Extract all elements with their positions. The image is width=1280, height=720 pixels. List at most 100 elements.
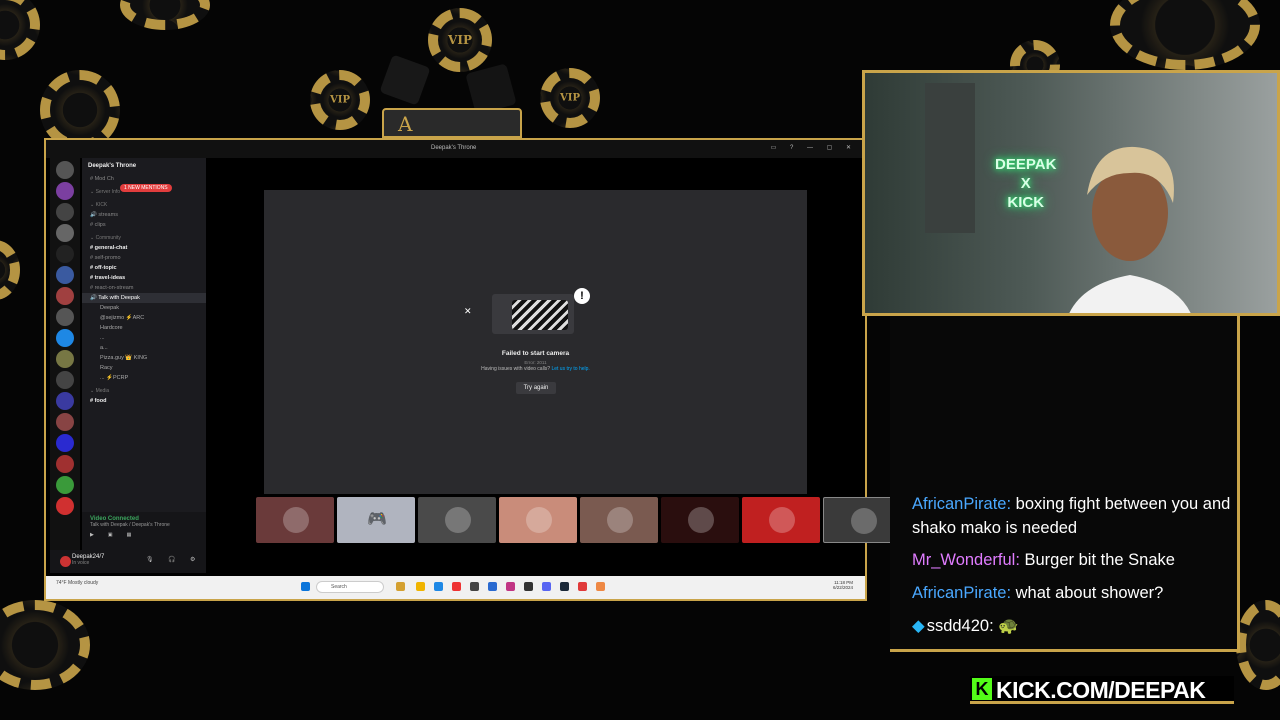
participant-tile[interactable] — [256, 497, 334, 543]
camera-help-text: Having issues with video calls? Let us t… — [481, 366, 590, 372]
channel-list: # Mod Ch ⌄ Server Info ⌄ KICK 🔊 streams # cl… — [82, 174, 206, 406]
voice-member[interactable]: ... ⚡PCRP — [82, 373, 206, 383]
taskbar-app-icon[interactable] — [416, 582, 425, 591]
server-icon[interactable] — [56, 329, 74, 347]
screen-share-icon[interactable]: ▣ — [108, 532, 127, 538]
streamer-figure — [1069, 146, 1191, 313]
channel-item[interactable]: 🔊 streams — [82, 210, 206, 220]
chat-message: ◆ ssdd420: 🐢 — [912, 614, 1232, 638]
channel-item[interactable]: # react-on-stream — [82, 283, 206, 293]
activity-icon[interactable]: ▦ — [127, 532, 146, 538]
participant-tile[interactable] — [742, 497, 820, 543]
mentions-badge[interactable]: 1 NEW MENTIONS — [120, 184, 172, 192]
server-icon[interactable] — [56, 308, 74, 326]
avatar[interactable] — [60, 556, 71, 567]
channel-item[interactable]: # Mod Ch — [82, 174, 206, 184]
try-again-button[interactable]: Try again — [516, 382, 556, 394]
kick-logo-icon: K — [972, 678, 992, 700]
channel-item[interactable]: # food — [82, 396, 206, 406]
playing-card-decoration: A — [382, 108, 522, 138]
channel-sidebar: Deepak's Throne 1 NEW MENTIONS # Mod Ch ⌄… — [82, 158, 206, 573]
chat-text: 🐢 — [998, 617, 1019, 635]
chat-message: Mr_Wonderful: Burger bit the Snake — [912, 548, 1232, 572]
help-link[interactable]: Let us try to help. — [551, 366, 589, 372]
video-icon[interactable]: ▶ — [90, 532, 108, 538]
participant-tile[interactable] — [418, 497, 496, 543]
channel-category[interactable]: ⌄ Media — [82, 383, 206, 396]
server-icon[interactable] — [56, 287, 74, 305]
server-icon[interactable] — [56, 245, 74, 263]
chat-text: what about shower? — [1015, 584, 1164, 602]
mic-icon[interactable]: 🎙 — [146, 556, 154, 563]
participant-tile[interactable] — [580, 497, 658, 543]
participant-tile[interactable] — [499, 497, 577, 543]
channel-item[interactable]: # self-promo — [82, 253, 206, 263]
casino-chip-decoration — [1236, 600, 1280, 690]
chat-username[interactable]: Mr_Wonderful: — [912, 551, 1020, 569]
voice-member[interactable]: Pizza.guy 👑 KING — [82, 353, 206, 363]
chat-message: AfricanPirate: boxing fight between you … — [912, 492, 1232, 540]
taskbar-app-icon[interactable] — [488, 582, 497, 591]
voice-member[interactable]: Hardcore — [82, 323, 206, 333]
vip-chip-decoration: VIP — [540, 68, 600, 128]
channel-item[interactable]: # general-chat — [82, 243, 206, 253]
taskbar-app-icon[interactable] — [560, 582, 569, 591]
server-icon[interactable] — [56, 203, 74, 221]
taskbar-app-icon[interactable] — [596, 582, 605, 591]
server-icon[interactable] — [56, 182, 74, 200]
taskbar-app-icon[interactable] — [434, 582, 443, 591]
voice-member[interactable]: ... — [82, 333, 206, 343]
server-icon[interactable] — [56, 161, 74, 179]
channel-category[interactable]: ⌄ Community — [82, 230, 206, 243]
user-status: In voice — [72, 560, 90, 566]
chat-username[interactable]: AfricanPirate: — [912, 584, 1011, 602]
channel-item[interactable]: # clips — [82, 220, 206, 230]
server-icon[interactable] — [56, 266, 74, 284]
gear-icon[interactable]: ⚙ — [190, 556, 195, 563]
casino-chip-decoration — [0, 0, 40, 60]
server-icon[interactable] — [56, 350, 74, 368]
channel-item[interactable]: # travel-ideas — [82, 273, 206, 283]
voice-member[interactable]: Racy — [82, 363, 206, 373]
server-icon[interactable] — [56, 434, 74, 452]
windows-start-icon[interactable] — [301, 582, 310, 591]
server-icon[interactable] — [56, 392, 74, 410]
taskbar-app-icon[interactable] — [396, 582, 405, 591]
server-icon[interactable] — [56, 413, 74, 431]
stream-chat: AfricanPirate: boxing fight between you … — [890, 316, 1240, 652]
taskbar-search[interactable]: Search — [316, 581, 384, 593]
channel-item[interactable]: 🔊 Talk with Deepak — [82, 293, 206, 303]
taskbar-app-icon[interactable] — [542, 582, 551, 591]
weather-widget[interactable]: 74°F Mostly cloudy — [56, 580, 98, 586]
taskbar-app-icon[interactable] — [452, 582, 461, 591]
server-icon[interactable] — [56, 224, 74, 242]
taskbar-clock[interactable]: 11:18 PM 6/22/2024 — [833, 580, 853, 590]
participant-tile[interactable] — [661, 497, 739, 543]
voice-member[interactable]: @sejizmo ⚡ARC — [82, 313, 206, 323]
taskbar-app-icon[interactable] — [524, 582, 533, 591]
window-controls[interactable]: ▭ ? — ▢ ✕ — [771, 144, 857, 151]
voice-member[interactable]: Deepak — [82, 303, 206, 313]
voice-member[interactable]: a... — [82, 343, 206, 353]
server-icon[interactable] — [56, 371, 74, 389]
voice-channel-label[interactable]: Talk with Deepak / Deepak's Throne — [90, 522, 198, 528]
chat-username[interactable]: AfricanPirate: — [912, 495, 1011, 513]
taskbar-app-icon[interactable] — [578, 582, 587, 591]
channel-category[interactable]: ⌄ KICK — [82, 197, 206, 210]
server-icon[interactable] — [56, 455, 74, 473]
headphones-icon[interactable]: 🎧 — [168, 556, 175, 563]
server-icon[interactable] — [56, 497, 74, 515]
kick-brand-banner: K KICK.COM/DEEPAK — [970, 676, 1234, 704]
window-title: Deepak's Throne — [431, 145, 477, 151]
chat-username[interactable]: ssdd420: — [927, 617, 994, 635]
casino-chip-decoration — [1110, 0, 1260, 70]
channel-item[interactable]: # off-topic — [82, 263, 206, 273]
close-icon[interactable]: ✕ — [464, 306, 472, 317]
taskbar-app-icon[interactable] — [506, 582, 515, 591]
server-icon[interactable] — [56, 476, 74, 494]
camera-error-title: Failed to start camera — [501, 350, 570, 357]
taskbar-app-icon[interactable] — [470, 582, 479, 591]
participant-tile[interactable]: 🎮 — [337, 497, 415, 543]
dice-decoration — [465, 63, 517, 115]
server-name[interactable]: Deepak's Throne — [82, 158, 206, 174]
